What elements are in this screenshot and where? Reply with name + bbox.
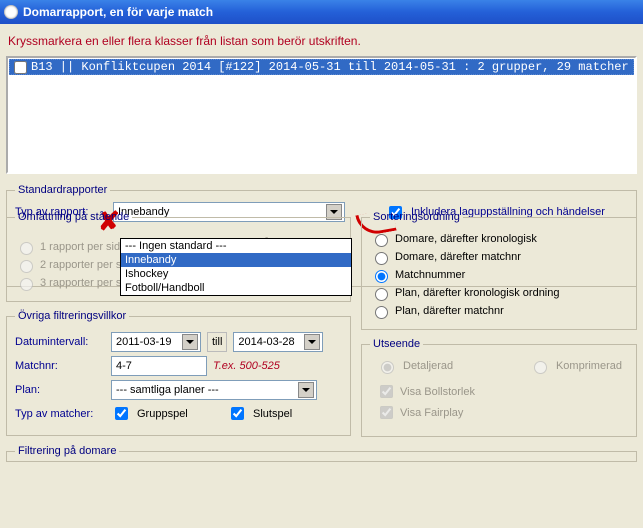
report-type-option-innebandy[interactable]: Innebandy — [121, 253, 351, 267]
slutspel-checkbox[interactable] — [231, 407, 244, 420]
scope-legend: Omfattning på stående — [15, 211, 132, 223]
look-group: Utseende Detaljerad Komprimerad Visa Bol… — [361, 338, 637, 437]
rpp-2-radio — [20, 260, 33, 273]
sort-opt-2[interactable]: Domare, därefter matchnr — [370, 249, 628, 265]
look-legend: Utseende — [370, 338, 423, 350]
date-from-combo[interactable]: 2011-03-19 — [111, 332, 201, 352]
sort-radio-1[interactable] — [375, 234, 388, 247]
class-row-text: B13 || Konfliktcupen 2014 [#122] 2014-05… — [31, 60, 629, 74]
slutspel-check[interactable]: Slutspel — [227, 404, 292, 423]
filter-group: Övriga filtreringsvillkor Datumintervall… — [6, 310, 351, 436]
matchtype-label: Typ av matcher: — [15, 408, 105, 420]
sort-opt-1[interactable]: Domare, därefter kronologisk — [370, 231, 628, 247]
detailed-opt: Detaljerad — [376, 358, 453, 374]
plan-combo[interactable]: --- samtliga planer --- — [111, 380, 317, 400]
sort-opt-4[interactable]: Plan, därefter kronologisk ordning — [370, 285, 628, 301]
bollstorlek-check: Visa Bollstorlek — [376, 382, 622, 401]
sort-group: Sorteringsordning Domare, därefter krono… — [361, 211, 637, 330]
matchnr-input[interactable]: 4-7 — [111, 356, 207, 376]
standard-reports-legend: Standardrapporter — [15, 184, 110, 196]
class-row-checkbox[interactable] — [14, 61, 27, 74]
chevron-down-icon[interactable] — [298, 382, 314, 398]
date-to-word: till — [207, 332, 227, 352]
date-to-combo[interactable]: 2014-03-28 — [233, 332, 323, 352]
chevron-down-icon[interactable] — [304, 334, 320, 350]
instruction-text: Kryssmarkera en eller flera klasser från… — [8, 34, 635, 48]
referee-filter-legend: Filtrering på domare — [15, 445, 119, 457]
sort-legend: Sorteringsordning — [370, 211, 463, 223]
compressed-opt: Komprimerad — [529, 358, 622, 374]
class-list-row[interactable]: B13 || Konfliktcupen 2014 [#122] 2014-05… — [9, 59, 634, 75]
window-title: Domarrapport, en för varje match — [23, 5, 213, 19]
plan-label: Plan: — [15, 384, 105, 396]
referee-filter-group: Filtrering på domare — [6, 445, 637, 462]
chevron-down-icon[interactable] — [182, 334, 198, 350]
matchnr-label: Matchnr: — [15, 360, 105, 372]
sort-opt-5[interactable]: Plan, därefter matchnr — [370, 303, 628, 319]
date-label: Datumintervall: — [15, 336, 105, 348]
window-titlebar: Domarrapport, en för varje match — [0, 0, 643, 24]
detailed-radio — [381, 361, 394, 374]
class-listbox[interactable]: B13 || Konfliktcupen 2014 [#122] 2014-05… — [6, 56, 637, 174]
gruppspel-check[interactable]: Gruppspel — [111, 404, 221, 423]
filter-legend: Övriga filtreringsvillkor — [15, 310, 129, 322]
matchnr-hint: T.ex. 500-525 — [213, 360, 280, 372]
report-type-option-fotboll[interactable]: Fotboll/Handboll — [121, 281, 351, 295]
app-icon — [4, 5, 18, 19]
bollstorlek-checkbox — [380, 385, 393, 398]
sort-radio-5[interactable] — [375, 306, 388, 319]
sort-radio-3[interactable] — [375, 270, 388, 283]
sort-radio-4[interactable] — [375, 288, 388, 301]
sort-radio-2[interactable] — [375, 252, 388, 265]
report-type-option-ishockey[interactable]: Ishockey — [121, 267, 351, 281]
fairplay-checkbox — [380, 406, 393, 419]
rpp-1-radio — [20, 242, 33, 255]
sort-opt-3[interactable]: Matchnummer — [370, 267, 628, 283]
rpp-3-radio — [20, 278, 33, 291]
report-type-option-none[interactable]: --- Ingen standard --- — [121, 239, 351, 253]
fairplay-check: Visa Fairplay — [376, 403, 622, 422]
gruppspel-checkbox[interactable] — [115, 407, 128, 420]
report-type-dropdown[interactable]: --- Ingen standard --- Innebandy Ishocke… — [120, 238, 352, 296]
compressed-radio — [534, 361, 547, 374]
